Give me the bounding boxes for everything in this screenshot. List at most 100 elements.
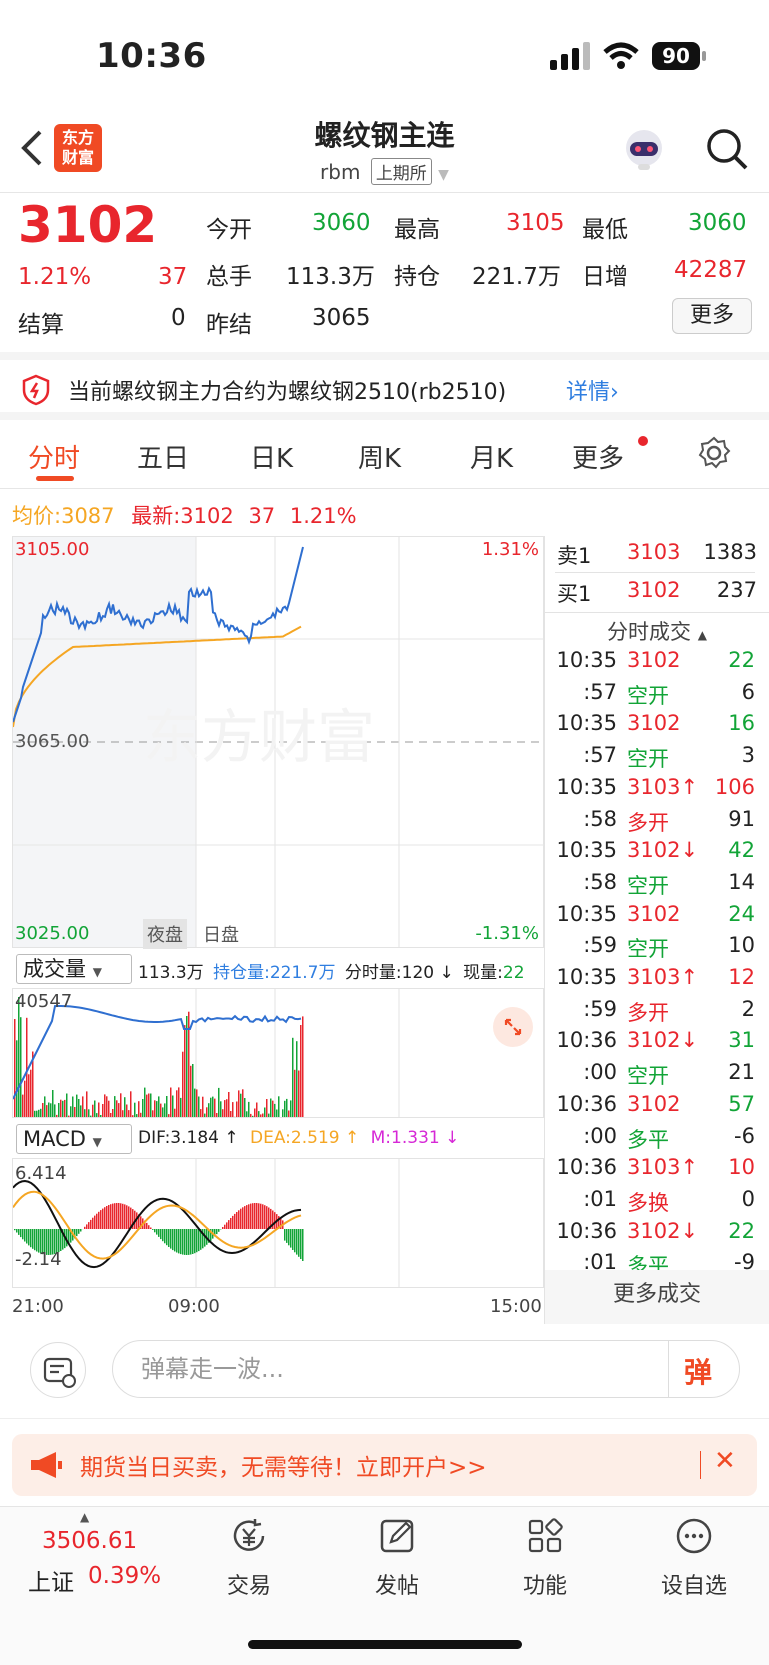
volume-bar	[228, 1092, 230, 1117]
time-axis-mid: 09:00	[168, 1296, 220, 1317]
trade-row: 10:36 3102↓ 31	[556, 1028, 755, 1053]
volume-bar	[172, 1095, 174, 1117]
volume-bar	[288, 1110, 290, 1117]
volume-bar	[62, 1100, 64, 1117]
volume-bar	[142, 1099, 144, 1117]
volume-bar	[108, 1100, 110, 1117]
trade-row: :00 空开 21	[583, 1060, 755, 1089]
volume-bar	[140, 1112, 142, 1117]
trade-panel: 卖1 3103 1383 买1 3102 237 分时成交 ▲ 10:35 310…	[545, 536, 769, 1324]
macd-bar	[258, 1203, 260, 1229]
volume-bar	[96, 1113, 98, 1117]
macd-bar	[124, 1204, 126, 1229]
macd-bar	[284, 1229, 286, 1241]
more-quote-button[interactable]: 更多	[672, 298, 752, 334]
volume-chart[interactable]: 40547	[12, 988, 544, 1118]
macd-bar	[182, 1229, 184, 1255]
macd-bar	[256, 1203, 258, 1229]
macd-bar	[22, 1229, 24, 1240]
watermark: 东方财富	[143, 703, 375, 771]
volume-bar	[166, 1096, 168, 1117]
nav-functions[interactable]: 功能	[495, 1516, 595, 1600]
volume-bar	[74, 1107, 76, 1117]
main-contract-notice[interactable]: 当前螺纹钢主力合约为螺纹钢2510(rb2510) 详情›	[0, 352, 769, 420]
volume-bar	[82, 1096, 84, 1117]
volume-bar	[154, 1100, 156, 1117]
nav-post[interactable]: 发帖	[347, 1516, 447, 1600]
tab-daily-k[interactable]: 日K	[250, 438, 293, 475]
danmaku-settings-button[interactable]	[30, 1342, 86, 1398]
macd-bar	[230, 1218, 232, 1229]
volume-bar	[16, 1040, 18, 1117]
macd-bar	[260, 1203, 262, 1229]
gear-icon[interactable]	[697, 436, 731, 470]
volume-bar	[126, 1104, 128, 1117]
macd-bar	[234, 1213, 236, 1229]
volume-bar	[286, 1098, 288, 1117]
volume-bar	[146, 1094, 148, 1117]
volume-bar	[150, 1093, 152, 1117]
volume-bar	[160, 1103, 162, 1117]
macd-bar	[86, 1224, 88, 1229]
tab-weekly-k[interactable]: 周K	[358, 438, 401, 475]
volume-bar	[112, 1109, 114, 1117]
send-danmaku-button[interactable]: 弹	[684, 1351, 712, 1391]
macd-bar	[178, 1229, 180, 1254]
volume-bar	[84, 1109, 86, 1117]
more-trades-button[interactable]: 更多成交	[545, 1270, 769, 1324]
macd-top-label: 6.414	[15, 1163, 67, 1184]
volume-bar	[138, 1101, 140, 1117]
volume-bar	[88, 1109, 90, 1117]
time-axis-start: 21:00	[12, 1296, 64, 1317]
high-label: 最高	[394, 217, 440, 243]
volume-bar	[128, 1110, 130, 1117]
tab-five-day[interactable]: 五日	[137, 438, 189, 475]
volume-bar	[272, 1100, 274, 1117]
close-icon[interactable]: ✕	[714, 1446, 736, 1476]
index-pct[interactable]: 0.39%	[88, 1563, 161, 1589]
index-value[interactable]: 3506.61	[42, 1528, 137, 1554]
low-label: 最低	[582, 217, 628, 243]
open-interest-label: 持仓	[394, 264, 440, 290]
trades-header[interactable]: 分时成交 ▲	[545, 616, 769, 646]
robot-assistant-icon[interactable]	[620, 126, 668, 174]
macd-bar	[194, 1229, 196, 1254]
macd-bar	[26, 1229, 28, 1244]
macd-bar	[128, 1206, 130, 1229]
dea-value: DEA:2.519 ↑	[250, 1128, 360, 1148]
macd-chart[interactable]: 6.414 -2.14	[12, 1158, 544, 1288]
notice-detail-link[interactable]: 详情›	[566, 374, 619, 406]
index-name[interactable]: 上证	[28, 1563, 74, 1597]
dropdown-arrow-icon: ▼	[92, 1135, 102, 1149]
macd-bar	[32, 1229, 34, 1249]
intraday-price-chart[interactable]: 东方财富 3105.00 1.31% 3065.00 3025.00 -1.31…	[12, 536, 545, 949]
daily-increase-label: 日增	[582, 264, 628, 290]
trade-row: :57 空开 6	[583, 679, 755, 708]
volume-bar	[144, 1087, 146, 1117]
volume-bar	[136, 1114, 138, 1117]
tab-more[interactable]: 更多	[572, 438, 624, 475]
macd-bar	[298, 1229, 300, 1257]
macd-bar	[180, 1229, 182, 1255]
nav-trade[interactable]: 交易	[199, 1516, 299, 1600]
volume-bar	[264, 1107, 266, 1117]
volume-bar	[222, 1109, 224, 1117]
volume-bar	[80, 1105, 82, 1117]
indicator-selector-volume[interactable]: 成交量 ▼	[16, 954, 132, 984]
cellular-signal-icon	[550, 42, 590, 70]
tab-intraday[interactable]: 分时	[28, 438, 80, 475]
danmaku-input[interactable]: 弹幕走一波...	[112, 1340, 740, 1398]
search-icon[interactable]	[704, 126, 750, 172]
volume-bar	[34, 1110, 36, 1117]
macd-bar	[288, 1229, 290, 1246]
tab-monthly-k[interactable]: 月K	[470, 438, 513, 475]
indicator-selector-macd[interactable]: MACD ▼	[16, 1124, 132, 1154]
macd-bar	[146, 1222, 148, 1229]
macd-bar	[294, 1229, 296, 1253]
nav-add-watchlist[interactable]: 设自选	[644, 1516, 744, 1600]
volume-bar	[44, 1096, 46, 1117]
expand-chart-button[interactable]	[493, 1007, 533, 1047]
volume-bar	[266, 1099, 268, 1117]
volume-bar	[56, 1114, 58, 1117]
macd-bar	[60, 1229, 62, 1251]
